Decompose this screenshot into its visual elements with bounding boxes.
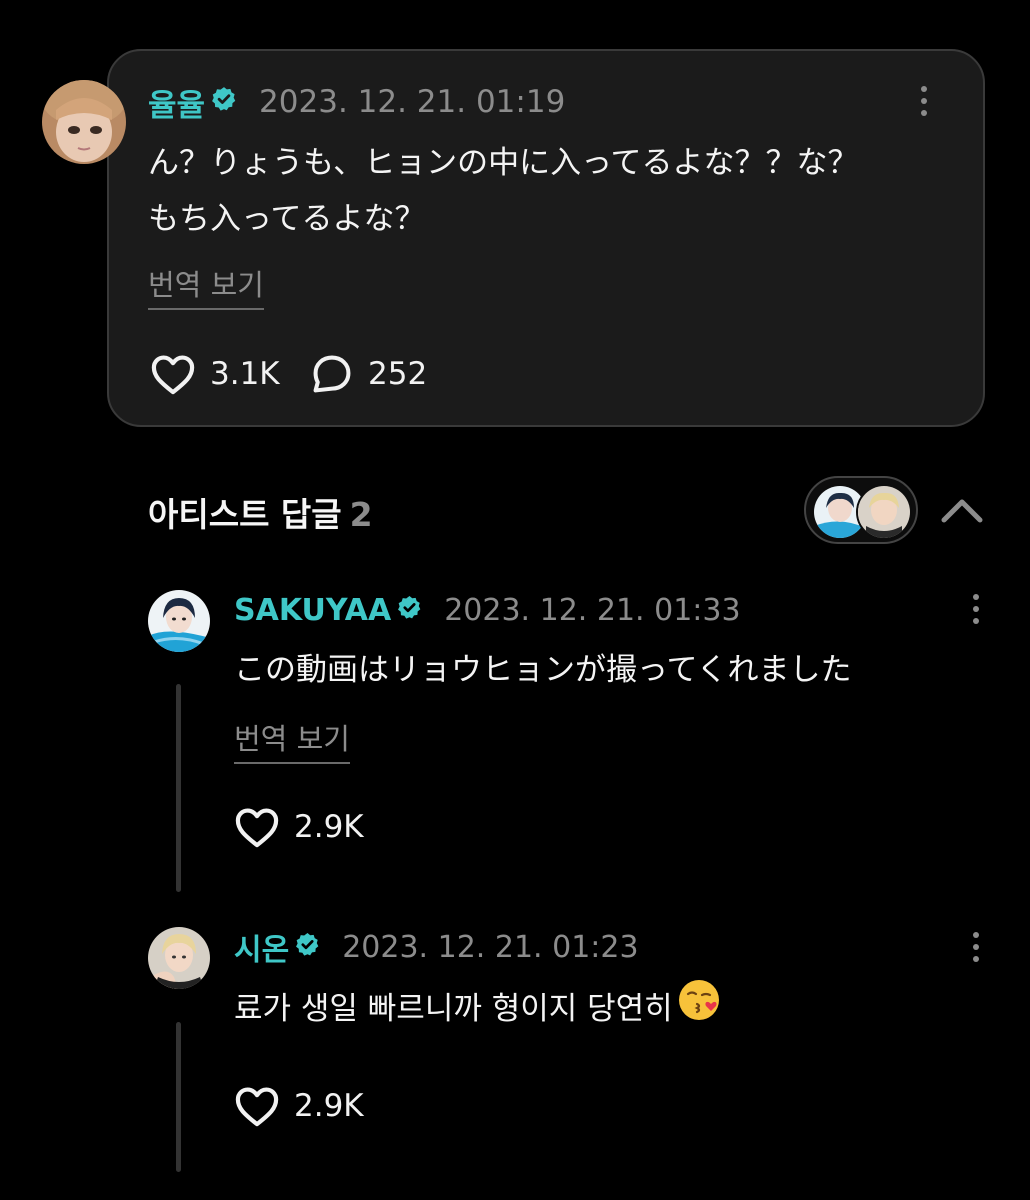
reply-1-like-count: 2.9K <box>294 809 364 845</box>
heart-icon <box>235 1087 279 1127</box>
reply-2-timestamp: 2023. 12. 21. 01:23 <box>342 929 639 965</box>
thread-line <box>176 1022 181 1172</box>
thread-line <box>176 684 181 892</box>
verified-badge-icon <box>211 84 237 120</box>
comment-button[interactable]: 252 <box>310 353 427 395</box>
reply-2-like-button[interactable]: 2.9K <box>234 1085 364 1127</box>
reply-2-text: 료가 생일 빠르니까 형이지 당연히 <box>234 991 673 1027</box>
verified-badge-icon <box>397 593 422 628</box>
reply-avatar-sakuyaa[interactable] <box>148 590 210 652</box>
translate-link[interactable]: 번역 보기 <box>148 262 264 310</box>
stack-avatar-sion <box>856 484 912 540</box>
chevron-up-icon[interactable] <box>940 496 984 528</box>
heart-icon <box>151 355 195 395</box>
reply-1-username[interactable]: SAKUYAA <box>234 593 391 628</box>
reply-2-like-count: 2.9K <box>294 1088 364 1124</box>
post-username[interactable]: 율율 <box>148 80 205 125</box>
reply-2-username[interactable]: 시온 <box>234 925 289 969</box>
artist-replies-title: 아티스트 답글 <box>148 495 342 534</box>
post-header: 율율 2023. 12. 21. 01:19 <box>148 84 566 124</box>
more-options-icon[interactable] <box>966 932 986 962</box>
like-count: 3.1K <box>210 356 280 392</box>
post-timestamp: 2023. 12. 21. 01:19 <box>259 84 566 120</box>
reply-1-translate-link[interactable]: 번역 보기 <box>234 716 350 764</box>
reply-1-text: この動画はリョウヒョンが撮ってくれました <box>234 652 852 688</box>
reply-avatars-stack[interactable] <box>804 476 918 544</box>
comment-count: 252 <box>368 356 428 392</box>
heart-icon <box>235 808 279 848</box>
reply-2-text-row: 료가 생일 빠르니까 형이지 당연히 <box>234 978 721 1040</box>
reply-1-like-button[interactable]: 2.9K <box>234 806 364 848</box>
comment-bubble-icon <box>313 355 351 393</box>
reply-1-header: SAKUYAA 2023. 12. 21. 01:33 <box>234 592 741 628</box>
kissing-face-emoji-icon <box>677 978 721 1040</box>
reply-2-header: 시온 2023. 12. 21. 01:23 <box>234 929 639 969</box>
artist-replies-heading: 아티스트 답글 2 <box>148 488 373 536</box>
reply-1-timestamp: 2023. 12. 21. 01:33 <box>444 592 741 628</box>
post-text-line-2: もち入ってるよな？ <box>148 201 426 237</box>
artist-replies-count: 2 <box>349 495 373 534</box>
more-options-icon[interactable] <box>966 594 986 624</box>
reply-avatar-sion[interactable] <box>148 927 210 989</box>
like-button[interactable]: 3.1K <box>150 353 280 395</box>
post-text-line-1: ん？りょうも、ヒョンの中に入ってるよな？？な？ <box>148 145 859 181</box>
verified-badge-icon <box>295 930 320 965</box>
more-options-icon[interactable] <box>914 86 934 116</box>
post-author-avatar[interactable] <box>42 80 126 164</box>
